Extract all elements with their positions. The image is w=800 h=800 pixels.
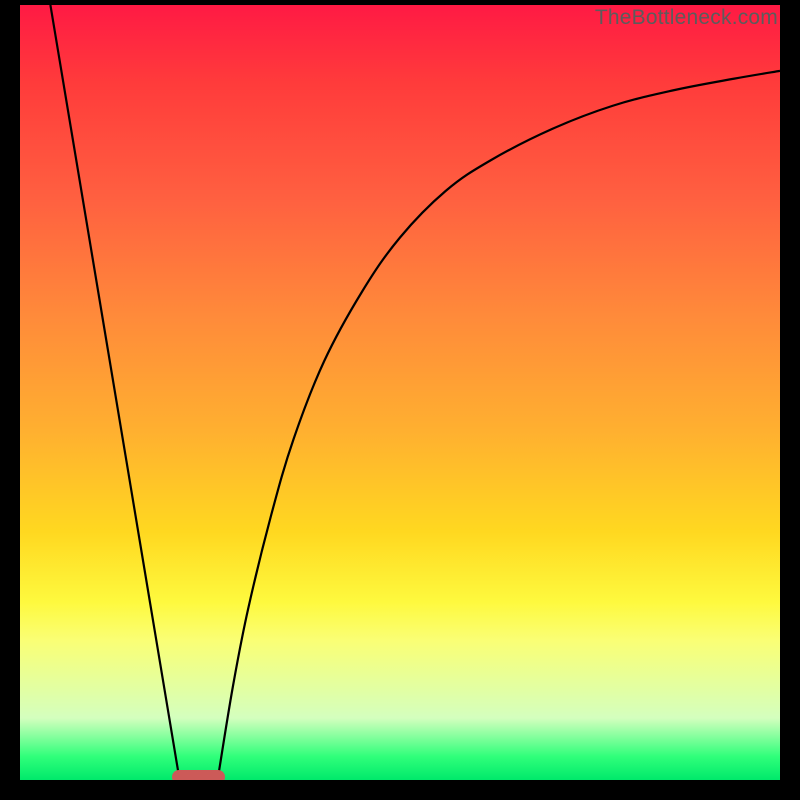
curve-left xyxy=(50,5,179,780)
curve-right xyxy=(218,71,780,780)
frame-border-bottom xyxy=(0,780,800,800)
frame-border-right xyxy=(780,0,800,800)
watermark-text: TheBottleneck.com xyxy=(595,6,778,30)
chart-area xyxy=(20,5,780,780)
chart-svg xyxy=(20,5,780,780)
frame-border-left xyxy=(0,0,20,800)
